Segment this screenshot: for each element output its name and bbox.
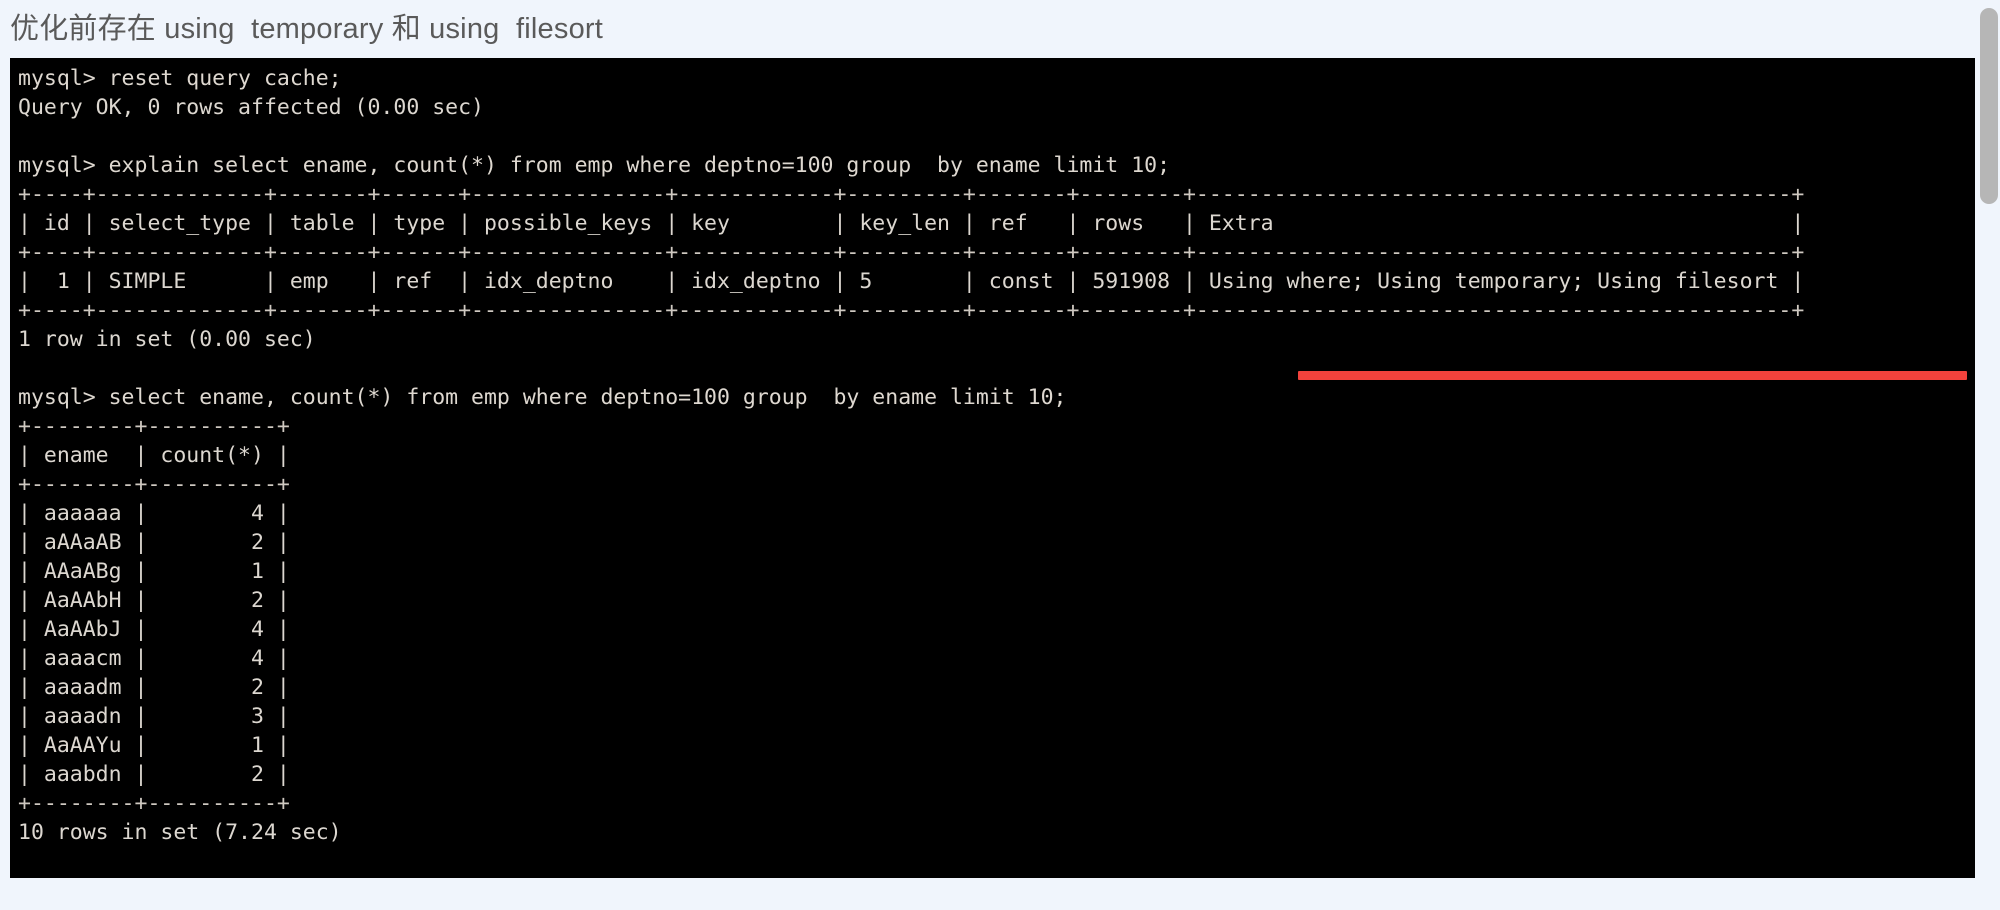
terminal-line: | aAAaAB | 2 | — [18, 530, 290, 555]
terminal-line: | aaabdn | 2 | — [18, 762, 290, 787]
terminal-output: mysql> reset query cache; Query OK, 0 row… — [18, 64, 1975, 878]
terminal-line: mysql> reset query cache; — [18, 66, 342, 91]
terminal-line: | AaAAbH | 2 | — [18, 588, 290, 613]
terminal-line: Query OK, 0 rows affected (0.00 sec) — [18, 95, 484, 120]
terminal-line: | aaaadm | 2 | — [18, 675, 290, 700]
terminal-line: | aaaadn | 3 | — [18, 704, 290, 729]
terminal-line: mysql> select ename, count(*) from emp w… — [18, 385, 1067, 410]
terminal-line: mysql> explain select ename, count(*) fr… — [18, 153, 1171, 178]
terminal-line: | AaAAbJ | 4 | — [18, 617, 290, 642]
terminal-line: | ename | count(*) | — [18, 443, 290, 468]
terminal-line: | id | select_type | table | type | poss… — [18, 211, 1805, 236]
terminal-line: | 1 | SIMPLE | emp | ref | idx_deptno | … — [18, 269, 1805, 294]
page-title: 优化前存在 using temporary 和 using filesort — [10, 13, 604, 45]
terminal-line: 1 row in set (0.00 sec) — [18, 327, 316, 352]
terminal-line: +--------+----------+ — [18, 472, 290, 497]
mysql-terminal[interactable]: mysql> reset query cache; Query OK, 0 row… — [10, 58, 1975, 878]
terminal-line: +--------+----------+ — [18, 414, 290, 439]
terminal-line: | AaAAYu | 1 | — [18, 733, 290, 758]
terminal-line: +--------+----------+ — [18, 791, 290, 816]
terminal-line: +----+-------------+-------+------+-----… — [18, 240, 1805, 265]
terminal-line: | aaaacm | 4 | — [18, 646, 290, 671]
terminal-line: | AAaABg | 1 | — [18, 559, 290, 584]
terminal-line: | aaaaaa | 4 | — [18, 501, 290, 526]
terminal-line: 10 rows in set (7.24 sec) — [18, 820, 342, 845]
page-scrollbar-track[interactable] — [1978, 0, 2000, 910]
extra-column-red-underline — [1298, 371, 1967, 380]
page-scrollbar-thumb[interactable] — [1980, 8, 1998, 204]
terminal-line: +----+-------------+-------+------+-----… — [18, 298, 1805, 323]
terminal-line: +----+-------------+-------+------+-----… — [18, 182, 1805, 207]
screenshot-root: 优化前存在 using temporary 和 using filesort m… — [0, 0, 2000, 910]
